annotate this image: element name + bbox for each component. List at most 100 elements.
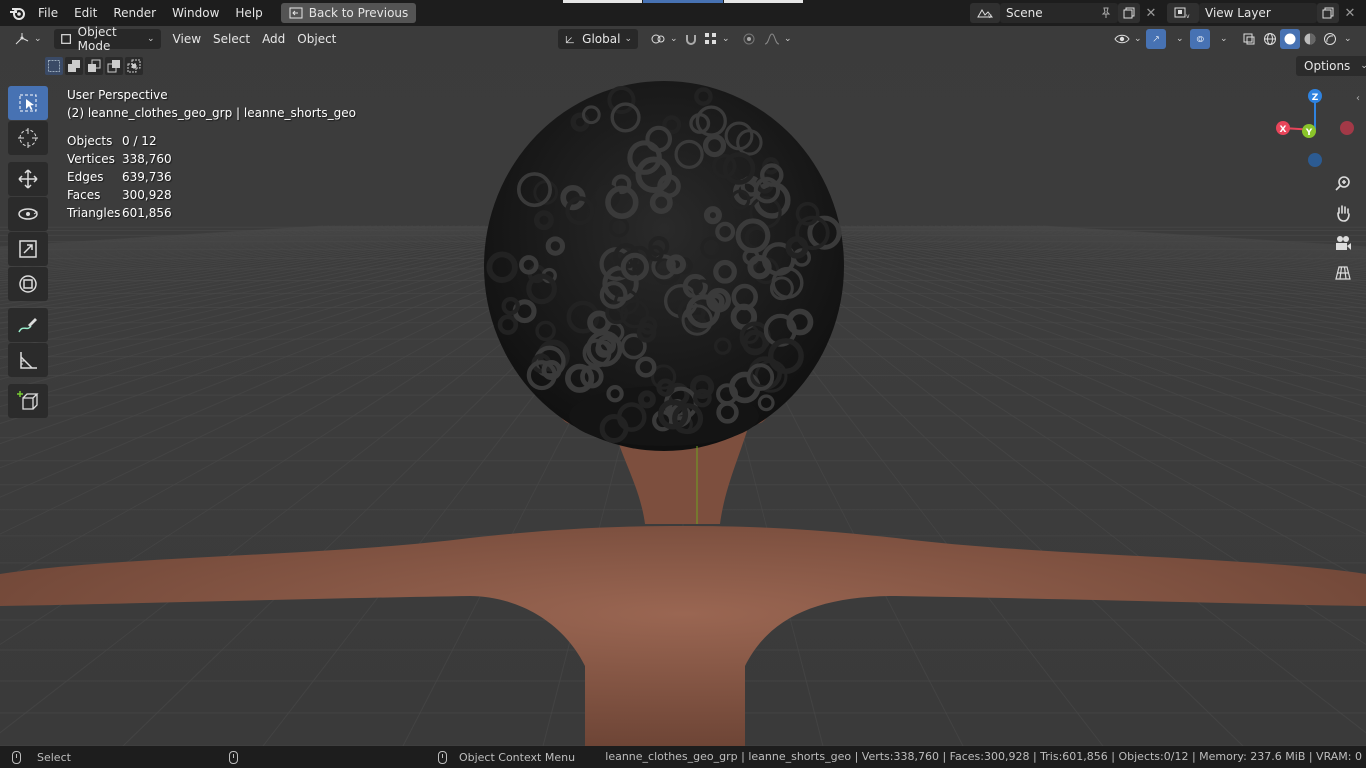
mode-selector[interactable]: Object Mode ⌄ xyxy=(53,25,161,53)
copy-icon xyxy=(1322,7,1334,19)
pan-button[interactable] xyxy=(1331,201,1355,225)
menu-window[interactable]: Window xyxy=(164,2,227,24)
transform-orientation-selector[interactable]: Global ⌄ xyxy=(558,29,638,49)
camera-icon xyxy=(1336,236,1351,250)
rotate-icon xyxy=(18,208,38,220)
gizmo-neg-z-axis[interactable] xyxy=(1308,153,1322,167)
chevron-down-icon: ⌄ xyxy=(1134,34,1142,44)
scale-tool[interactable] xyxy=(8,232,48,266)
status-hint-select: Select xyxy=(12,750,71,764)
menu-view[interactable]: View xyxy=(167,29,207,49)
transform-tool[interactable] xyxy=(8,267,48,301)
shading-dropdown[interactable]: ⌄ xyxy=(1340,29,1354,49)
falloff-selector[interactable]: ⌄ xyxy=(758,29,798,49)
gizmo-neg-x-axis[interactable] xyxy=(1340,121,1354,135)
menu-render[interactable]: Render xyxy=(105,2,164,24)
overlays-dropdown[interactable]: ⌄ xyxy=(1210,29,1234,49)
menu-select[interactable]: Select xyxy=(207,29,256,49)
status-hint-middle xyxy=(228,750,238,764)
stat-value: 639,736 xyxy=(122,170,172,184)
options-label: Options xyxy=(1304,59,1351,73)
xray-toggle[interactable] xyxy=(1236,29,1262,49)
scene-icon: v xyxy=(977,9,994,19)
rotate-tool[interactable] xyxy=(8,197,48,231)
delete-scene-button[interactable]: ✕ xyxy=(1140,3,1162,23)
add-cube-tool[interactable] xyxy=(8,384,48,418)
editor-type-button[interactable]: ⌄ xyxy=(8,29,48,49)
move-tool[interactable] xyxy=(8,162,48,196)
select-intersect-button[interactable] xyxy=(125,57,143,75)
wireframe-shading-button[interactable] xyxy=(1260,29,1280,49)
mouse-left-icon xyxy=(12,750,21,764)
gizmo-icon xyxy=(1153,36,1159,42)
snap-target-selector[interactable]: ⌄ xyxy=(698,29,736,49)
select-new-button[interactable] xyxy=(45,57,63,75)
menu-add[interactable]: Add xyxy=(256,29,291,49)
select-mode-toggles xyxy=(45,57,143,75)
viewport-header: ⌄ Object Mode ⌄ View Select Add Object G… xyxy=(0,25,1366,53)
xray-icon xyxy=(1243,33,1255,45)
annotate-icon xyxy=(18,318,37,333)
options-dropdown[interactable]: Options ⌄ xyxy=(1296,56,1366,76)
measure-tool[interactable] xyxy=(8,343,48,377)
close-icon: ✕ xyxy=(1145,5,1157,21)
menu-object[interactable]: Object xyxy=(291,29,342,49)
view-layer-name-field[interactable]: View Layer xyxy=(1199,3,1317,23)
camera-view-button[interactable] xyxy=(1331,231,1355,255)
view-layer-browse-button[interactable]: v xyxy=(1167,3,1199,23)
gizmo-toggle[interactable] xyxy=(1146,29,1166,49)
rendered-shading-button[interactable] xyxy=(1320,29,1340,49)
mouse-middle-icon xyxy=(228,750,238,764)
zoom-button[interactable] xyxy=(1331,171,1355,195)
workspace-tab-active[interactable] xyxy=(643,0,723,3)
pin-icon[interactable] xyxy=(1100,7,1112,19)
chevron-down-icon: ⌄ xyxy=(147,34,155,44)
overlays-toggle[interactable] xyxy=(1190,29,1210,49)
stat-row-edges: Edges 639,736 xyxy=(67,168,356,186)
chevron-down-icon: ⌄ xyxy=(1176,34,1184,44)
select-box-icon xyxy=(19,94,37,112)
select-subtract-button[interactable] xyxy=(85,57,103,75)
zoom-icon xyxy=(1335,176,1350,191)
gizmo-z-label: Z xyxy=(1312,93,1319,103)
stat-value: 300,928 xyxy=(122,188,172,202)
visibility-selector[interactable]: ⌄ xyxy=(1108,29,1148,49)
cursor-tool[interactable] xyxy=(8,121,48,155)
menu-edit[interactable]: Edit xyxy=(66,2,105,24)
view-layer-selector: v View Layer ✕ xyxy=(1167,3,1361,23)
solid-shading-button[interactable] xyxy=(1280,29,1300,49)
scene-browse-button[interactable]: v xyxy=(970,3,1000,23)
wireframe-sphere-icon xyxy=(1264,33,1276,45)
new-view-layer-button[interactable] xyxy=(1317,3,1339,23)
scene-name-field[interactable]: Scene xyxy=(1000,3,1118,23)
workspace-tabs[interactable] xyxy=(563,0,804,3)
blender-logo-icon[interactable] xyxy=(4,0,30,26)
new-scene-button[interactable] xyxy=(1118,3,1140,23)
select-invert-button[interactable] xyxy=(105,57,123,75)
rendered-sphere-icon xyxy=(1324,33,1336,45)
stat-value: 338,760 xyxy=(122,152,172,166)
scene-selector: v Scene ✕ xyxy=(970,3,1162,23)
navigation-gizmo[interactable]: Z X Y xyxy=(1260,82,1360,172)
back-to-previous-button[interactable]: Back to Previous xyxy=(280,3,417,23)
menu-file[interactable]: File xyxy=(30,2,66,24)
select-subtract-icon xyxy=(88,59,101,72)
status-context-label: Object Context Menu xyxy=(458,750,576,764)
annotate-tool[interactable] xyxy=(8,308,48,342)
status-info: leanne_clothes_geo_grp | leanne_shorts_g… xyxy=(605,750,1362,763)
delete-view-layer-button[interactable]: ✕ xyxy=(1339,3,1361,23)
workspace-tab[interactable] xyxy=(723,0,803,3)
menu-help[interactable]: Help xyxy=(227,2,270,24)
mouse-right-icon xyxy=(437,750,447,764)
material-sphere-icon xyxy=(1304,33,1316,45)
select-extend-icon xyxy=(68,60,80,72)
gizmo-dropdown[interactable]: ⌄ xyxy=(1166,29,1190,49)
workspace-tab[interactable] xyxy=(563,0,643,3)
material-preview-button[interactable] xyxy=(1300,29,1320,49)
select-box-tool[interactable] xyxy=(8,86,48,120)
select-extend-button[interactable] xyxy=(65,57,83,75)
chevron-down-icon: ⌄ xyxy=(624,34,632,44)
back-to-previous-label: Back to Previous xyxy=(308,6,409,20)
perspective-toggle-button[interactable] xyxy=(1331,261,1355,285)
stat-label: Objects xyxy=(67,134,113,148)
